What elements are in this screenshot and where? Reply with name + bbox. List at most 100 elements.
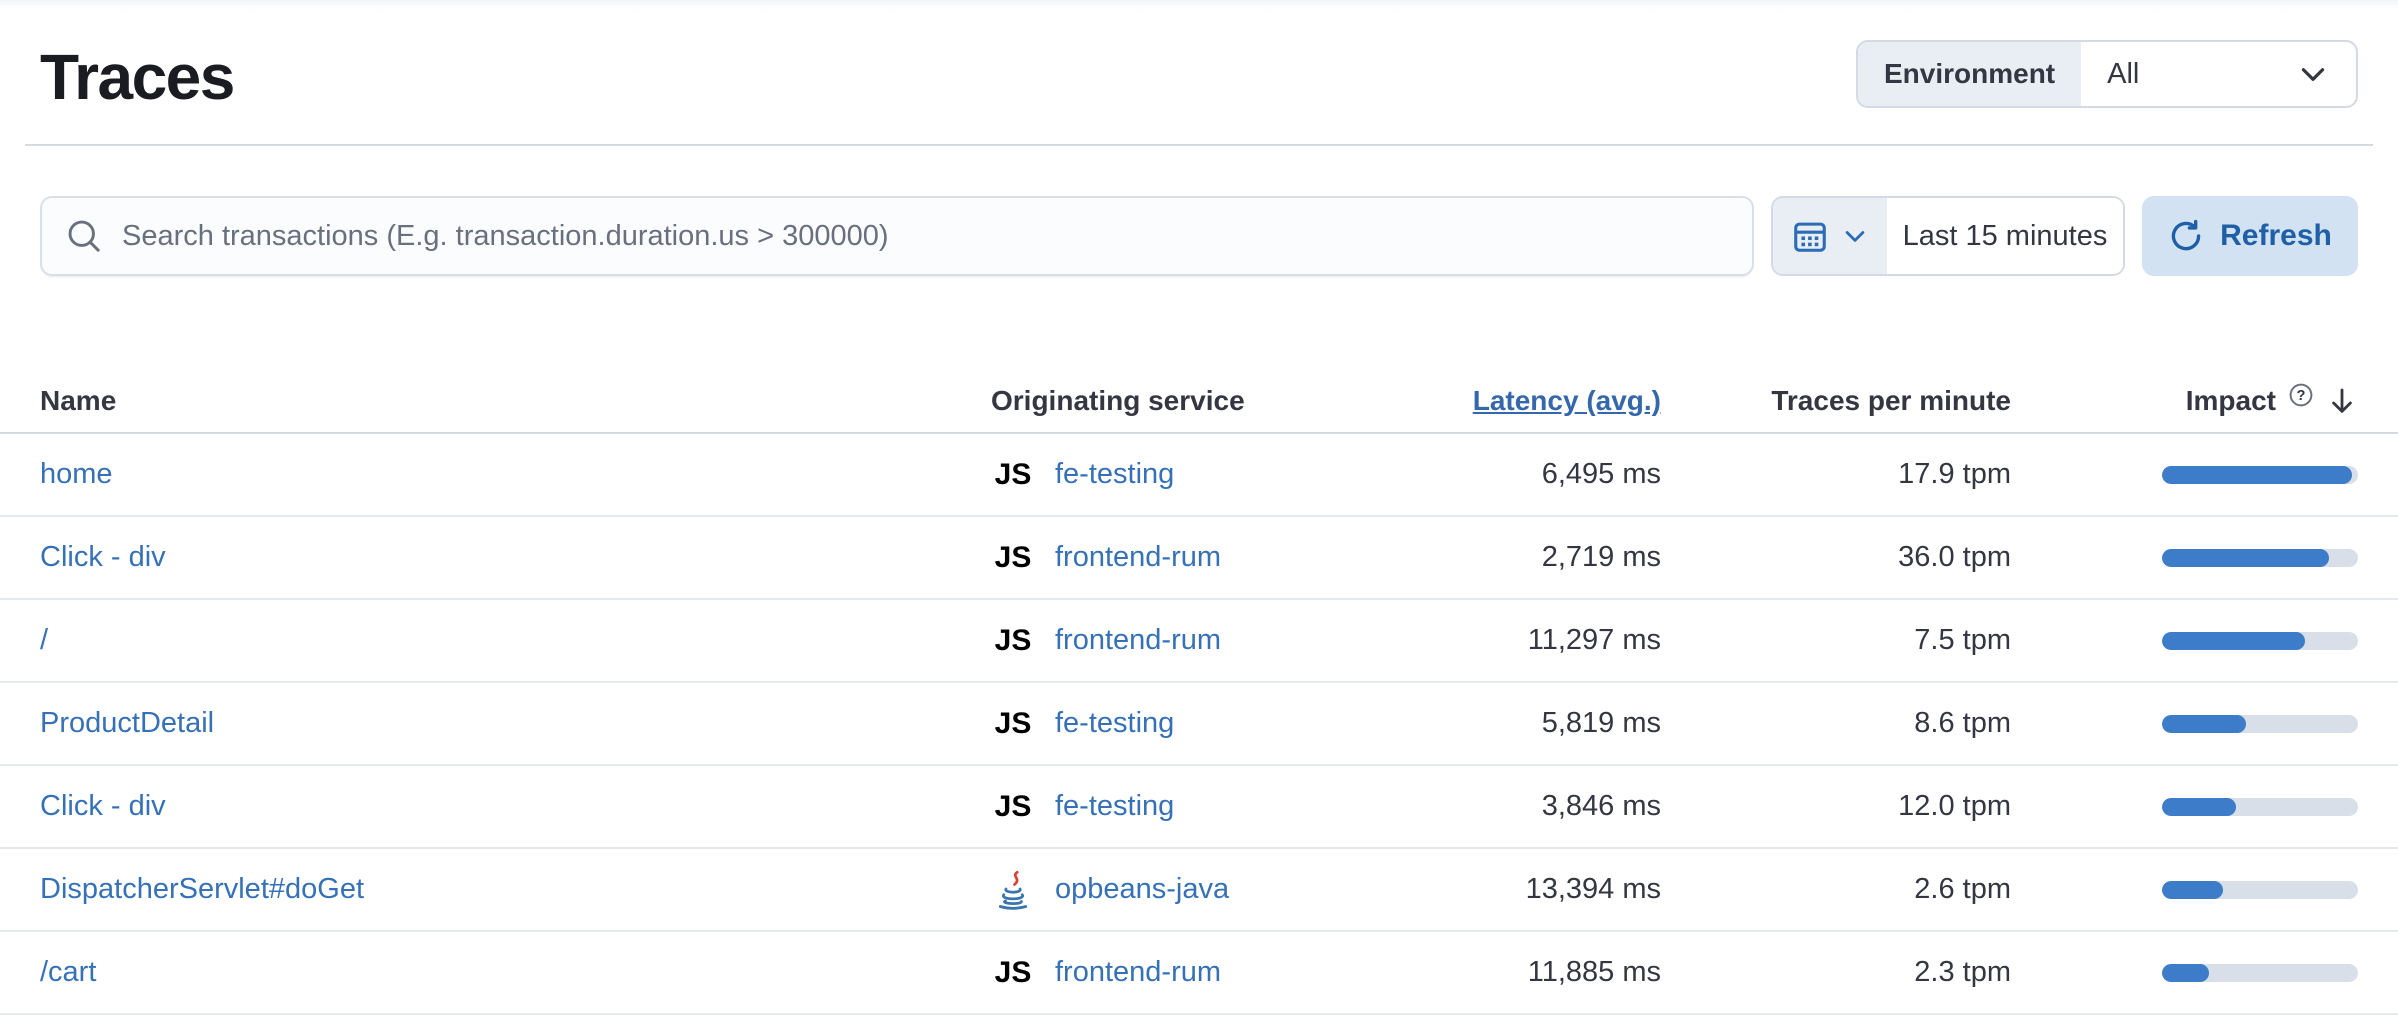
latency-sort-link[interactable]: Latency (avg.) xyxy=(1473,385,1661,416)
search-icon xyxy=(66,218,102,254)
environment-label: Environment xyxy=(1858,42,2081,106)
impact-bar-fill xyxy=(2162,632,2305,650)
table-row: / JS frontend-rum 11,297 ms 7.5 tpm xyxy=(0,600,2398,683)
name-cell: home xyxy=(40,458,991,491)
js-icon: JS xyxy=(991,541,1035,575)
tpm-value: 36.0 tpm xyxy=(1661,541,2011,574)
chevron-down-icon xyxy=(2296,57,2330,91)
impact-bar-fill xyxy=(2162,881,2223,899)
service-cell: JS fe-testing xyxy=(991,458,1321,492)
search-controls-bar: Last 15 minutes Refresh xyxy=(0,196,2398,276)
service-link[interactable]: fe-testing xyxy=(1055,707,1174,740)
environment-select[interactable]: Environment All xyxy=(1856,40,2358,108)
header-divider xyxy=(25,144,2373,146)
page-header: Traces Environment All xyxy=(0,10,2398,114)
latency-value: 3,846 ms xyxy=(1321,790,1661,823)
date-range-button[interactable]: Last 15 minutes xyxy=(1887,198,2123,274)
impact-bar-track xyxy=(2162,964,2358,982)
js-icon: JS xyxy=(991,956,1035,990)
transaction-name-link[interactable]: Click - div xyxy=(40,541,166,573)
column-header-traces-per-minute: Traces per minute xyxy=(1661,385,2011,417)
tpm-value: 17.9 tpm xyxy=(1661,458,2011,491)
transaction-name-link[interactable]: / xyxy=(40,624,48,656)
table-row: home JS fe-testing 6,495 ms 17.9 tpm xyxy=(0,434,2398,517)
refresh-icon xyxy=(2168,218,2204,254)
table-row: /cart JS frontend-rum 11,885 ms 2.3 tpm xyxy=(0,932,2398,1015)
name-cell: DispatcherServlet#doGet xyxy=(40,873,991,906)
service-link[interactable]: frontend-rum xyxy=(1055,541,1221,574)
column-header-latency[interactable]: Latency (avg.) xyxy=(1321,385,1661,417)
impact-bar-fill xyxy=(2162,549,2329,567)
impact-cell xyxy=(2011,549,2358,567)
table-row: DispatcherServlet#doGet opbeans-java 13,… xyxy=(0,849,2398,932)
search-box[interactable] xyxy=(40,196,1754,276)
environment-value[interactable]: All xyxy=(2081,42,2356,106)
name-cell: Click - div xyxy=(40,541,991,574)
tpm-value: 2.6 tpm xyxy=(1661,873,2011,906)
page-title: Traces xyxy=(40,40,234,114)
chrome-bottom-edge xyxy=(0,0,2398,10)
svg-text:?: ? xyxy=(2297,388,2306,404)
calendar-icon xyxy=(1791,217,1829,255)
impact-bar-fill xyxy=(2162,715,2246,733)
impact-bar-track xyxy=(2162,466,2358,484)
impact-bar-track xyxy=(2162,715,2358,733)
tpm-value: 12.0 tpm xyxy=(1661,790,2011,823)
service-cell: opbeans-java xyxy=(991,870,1321,910)
js-icon: JS xyxy=(991,707,1035,741)
latency-value: 5,819 ms xyxy=(1321,707,1661,740)
transaction-name-link[interactable]: home xyxy=(40,458,113,490)
latency-value: 2,719 ms xyxy=(1321,541,1661,574)
java-icon xyxy=(991,870,1035,910)
column-header-impact[interactable]: Impact ? xyxy=(2011,385,2358,417)
table-header-row: Name Originating service Latency (avg.) … xyxy=(0,370,2398,434)
date-picker: Last 15 minutes xyxy=(1771,196,2125,276)
service-link[interactable]: frontend-rum xyxy=(1055,624,1221,657)
question-in-circle-icon[interactable]: ? xyxy=(2288,382,2314,408)
date-picker-quick-menu-button[interactable] xyxy=(1773,198,1887,274)
impact-bar-fill xyxy=(2162,466,2352,484)
service-link[interactable]: fe-testing xyxy=(1055,458,1174,491)
tpm-value: 7.5 tpm xyxy=(1661,624,2011,657)
service-link[interactable]: opbeans-java xyxy=(1055,873,1229,906)
table-row: Click - div JS fe-testing 3,846 ms 12.0 … xyxy=(0,766,2398,849)
chevron-down-icon xyxy=(1841,222,1869,250)
impact-cell xyxy=(2011,632,2358,650)
search-input[interactable] xyxy=(122,220,1728,253)
transaction-name-link[interactable]: DispatcherServlet#doGet xyxy=(40,873,364,905)
js-icon: JS xyxy=(991,790,1035,824)
transaction-name-link[interactable]: Click - div xyxy=(40,790,166,822)
refresh-button[interactable]: Refresh xyxy=(2142,196,2358,276)
impact-header-label: Impact xyxy=(2186,385,2276,417)
impact-bar-track xyxy=(2162,798,2358,816)
name-cell: ProductDetail xyxy=(40,707,991,740)
refresh-label: Refresh xyxy=(2220,219,2332,253)
impact-bar-fill xyxy=(2162,964,2209,982)
environment-selected-option: All xyxy=(2107,58,2139,91)
impact-bar-track xyxy=(2162,549,2358,567)
name-cell: Click - div xyxy=(40,790,991,823)
impact-cell xyxy=(2011,798,2358,816)
impact-cell xyxy=(2011,964,2358,982)
transaction-name-link[interactable]: /cart xyxy=(40,956,96,988)
sort-descending-arrow-icon[interactable] xyxy=(2326,385,2358,417)
column-header-originating-service: Originating service xyxy=(991,385,1321,417)
service-cell: JS frontend-rum xyxy=(991,541,1321,575)
tpm-value: 8.6 tpm xyxy=(1661,707,2011,740)
js-icon: JS xyxy=(991,458,1035,492)
traces-table: Name Originating service Latency (avg.) … xyxy=(0,370,2398,1015)
service-link[interactable]: fe-testing xyxy=(1055,790,1174,823)
impact-bar-fill xyxy=(2162,798,2236,816)
name-cell: /cart xyxy=(40,956,991,989)
table-row: ProductDetail JS fe-testing 5,819 ms 8.6… xyxy=(0,683,2398,766)
impact-cell xyxy=(2011,715,2358,733)
service-cell: JS frontend-rum xyxy=(991,624,1321,658)
latency-value: 6,495 ms xyxy=(1321,458,1661,491)
impact-cell xyxy=(2011,466,2358,484)
service-link[interactable]: frontend-rum xyxy=(1055,956,1221,989)
transaction-name-link[interactable]: ProductDetail xyxy=(40,707,214,739)
service-cell: JS fe-testing xyxy=(991,707,1321,741)
latency-value: 11,885 ms xyxy=(1321,956,1661,989)
column-header-name: Name xyxy=(40,385,991,417)
impact-bar-track xyxy=(2162,632,2358,650)
